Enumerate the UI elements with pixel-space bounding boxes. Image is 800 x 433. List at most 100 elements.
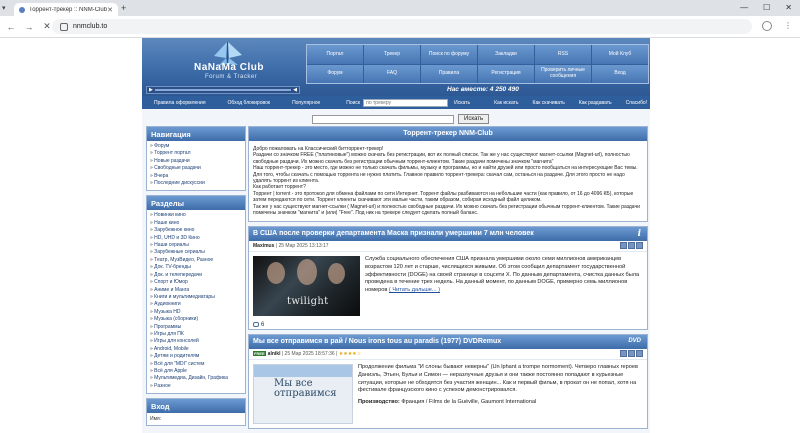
link-bypass-blocks[interactable]: Обход блокировок bbox=[228, 100, 271, 106]
menu-forum[interactable]: Форум bbox=[307, 64, 363, 83]
news-author[interactable]: Maximus bbox=[253, 243, 274, 249]
section-item[interactable]: Наше кино bbox=[150, 220, 242, 227]
section-item[interactable]: Детям и родителям bbox=[150, 353, 242, 360]
site-info-icon[interactable] bbox=[60, 22, 68, 31]
menu-tracker[interactable]: Трекер bbox=[364, 45, 420, 64]
nav-item-discussions[interactable]: Последние дискуссии bbox=[150, 180, 242, 187]
back-icon[interactable]: ← bbox=[4, 22, 18, 32]
online-count: 4 250 490 bbox=[489, 86, 519, 93]
movie-production: Производство: Франция / Films de la Guév… bbox=[358, 399, 643, 407]
menu-faq[interactable]: FAQ bbox=[364, 64, 420, 83]
share-icon[interactable] bbox=[628, 242, 635, 250]
tracker-search-input[interactable] bbox=[363, 98, 449, 107]
welcome-panel: Торрент-трекер NNM-Club Добро пожаловать… bbox=[248, 126, 648, 223]
menu-rules[interactable]: Правила bbox=[421, 64, 477, 83]
link-thanks[interactable]: Спасибо! bbox=[626, 100, 647, 106]
main-search-input[interactable] bbox=[312, 114, 454, 124]
section-item[interactable]: Зарубежное кино bbox=[150, 227, 242, 234]
url-text: nnmclub.to bbox=[73, 23, 108, 30]
section-item[interactable]: Игры для ПК bbox=[150, 331, 242, 338]
section-item[interactable]: Наши сериалы bbox=[150, 242, 242, 249]
section-item[interactable]: Аудиокниги bbox=[150, 301, 242, 308]
section-item[interactable]: Новинки кино bbox=[150, 212, 242, 219]
menu-forum-search[interactable]: Поиск по форуму bbox=[421, 45, 477, 64]
tracker-search-button[interactable]: Искать bbox=[454, 100, 470, 106]
browser-actions: ⋮ bbox=[762, 21, 792, 31]
link-popular[interactable]: Популярное bbox=[292, 100, 320, 106]
movie-title[interactable]: Мы все отправимся в рай / Nous irons tou… bbox=[253, 338, 501, 345]
close-tab-icon[interactable]: ✕ bbox=[107, 6, 113, 14]
comments-count[interactable]: 6 bbox=[249, 320, 647, 329]
nav-item-new[interactable]: Новые раздачи bbox=[150, 158, 242, 165]
section-item[interactable]: Театр, МузВидео, Разное bbox=[150, 257, 242, 264]
section-item[interactable]: Программы bbox=[150, 324, 242, 331]
section-item[interactable]: Музыка HD bbox=[150, 309, 242, 316]
section-item[interactable]: Игры для консолей bbox=[150, 338, 242, 345]
read-more-link[interactable]: ( Читать дальше... ) bbox=[389, 287, 440, 293]
browser-toolbar: ← → ✕ nnmclub.to ⋮ bbox=[0, 16, 800, 38]
profile-icon[interactable] bbox=[762, 21, 772, 31]
section-item[interactable]: Аниме и Манга bbox=[150, 287, 242, 294]
minimize-icon[interactable]: — bbox=[740, 3, 748, 12]
section-item[interactable]: Android, Mobile bbox=[150, 346, 242, 353]
link-rules-design[interactable]: Правила оформления bbox=[154, 100, 206, 106]
section-item[interactable]: Всё для "MDI" систем bbox=[150, 361, 242, 368]
section-item[interactable]: Спорт и Юмор bbox=[150, 279, 242, 286]
menu-messages[interactable]: Проверить личные сообщения bbox=[535, 64, 591, 83]
movie-actions bbox=[620, 350, 643, 358]
close-window-icon[interactable]: ✕ bbox=[785, 3, 792, 12]
news-actions bbox=[620, 242, 643, 250]
logo-subtitle: Forum & Tracker bbox=[205, 74, 258, 80]
volume-icon[interactable]: ◀ bbox=[293, 87, 297, 93]
sections-box: Разделы Новинки киноНаше киноЗарубежное … bbox=[146, 195, 246, 395]
section-item[interactable]: Музыка (сборники) bbox=[150, 316, 242, 323]
section-item[interactable]: Док. TV-бренды bbox=[150, 264, 242, 271]
link-how-search[interactable]: Как искать bbox=[494, 100, 518, 106]
section-item[interactable]: HD, UHD и 3D Кино bbox=[150, 235, 242, 242]
top-menu: Портал Трекер Поиск по форуму Закладки R… bbox=[306, 44, 649, 84]
main-search: Искать bbox=[312, 114, 490, 124]
play-icon[interactable]: ▶ bbox=[149, 87, 153, 93]
quote-icon[interactable] bbox=[620, 242, 627, 250]
menu-rss[interactable]: RSS bbox=[535, 45, 591, 64]
menu-login[interactable]: Вход bbox=[592, 64, 648, 83]
tab-search-icon[interactable]: ▾ bbox=[2, 4, 6, 12]
share-icon[interactable] bbox=[628, 350, 635, 358]
section-item[interactable]: Мультимедиа, Дизайн, Графика bbox=[150, 375, 242, 382]
link-how-seed[interactable]: Как раздавать bbox=[579, 100, 612, 106]
menu-my-club[interactable]: Мой Клуб bbox=[592, 45, 648, 64]
menu-icon[interactable]: ⋮ bbox=[784, 21, 792, 31]
link-how-download[interactable]: Как скачивать bbox=[533, 100, 565, 106]
new-tab-icon[interactable]: + bbox=[121, 3, 126, 13]
player-track[interactable] bbox=[154, 89, 292, 91]
section-item[interactable]: Зарубежные сериалы bbox=[150, 249, 242, 256]
nav-item-yesterday[interactable]: Вчера bbox=[150, 173, 242, 180]
news-title[interactable]: В США после проверки департамента Маска … bbox=[253, 230, 534, 237]
section-item[interactable]: Всё для Apple bbox=[150, 368, 242, 375]
movie-author[interactable]: alnikl bbox=[268, 351, 281, 357]
news-thumbnail[interactable]: twilight bbox=[253, 256, 360, 317]
section-item[interactable]: Книги и мультимедиатары bbox=[150, 294, 242, 301]
menu-portal[interactable]: Портал bbox=[307, 45, 363, 64]
menu-bookmarks[interactable]: Закладки bbox=[478, 45, 534, 64]
quote-icon[interactable] bbox=[620, 350, 627, 358]
maximize-icon[interactable]: ☐ bbox=[763, 3, 770, 12]
nav-item-portal[interactable]: Торрент портал bbox=[150, 150, 242, 157]
menu-register[interactable]: Регистрация bbox=[478, 64, 534, 83]
main-search-button[interactable]: Искать bbox=[458, 114, 490, 124]
radio-player[interactable]: ▶ ◀ bbox=[146, 86, 300, 94]
news-title-bar[interactable]: В США после проверки департамента Маска … bbox=[249, 227, 647, 242]
report-icon[interactable] bbox=[636, 242, 643, 250]
movie-poster[interactable]: Мы все отправимся bbox=[253, 364, 353, 425]
nav-item-forum[interactable]: Форум bbox=[150, 143, 242, 150]
section-item[interactable]: Док. и телепередачи bbox=[150, 272, 242, 279]
nav-item-free[interactable]: Свободные раздачи bbox=[150, 165, 242, 172]
report-icon[interactable] bbox=[636, 350, 643, 358]
news-body: twilight Служба социального обеспечения … bbox=[249, 252, 647, 320]
welcome-line: Торрент | torrent - это протокол для обм… bbox=[253, 190, 634, 204]
address-bar[interactable]: nnmclub.to bbox=[52, 19, 752, 34]
browser-tab[interactable]: Торрент-трекер :: NNM-Club ✕ bbox=[14, 3, 118, 16]
forward-icon[interactable]: → bbox=[22, 22, 36, 32]
section-item[interactable]: Разное bbox=[150, 383, 242, 390]
movie-title-bar[interactable]: Мы все отправимся в рай / Nous irons tou… bbox=[249, 335, 647, 350]
